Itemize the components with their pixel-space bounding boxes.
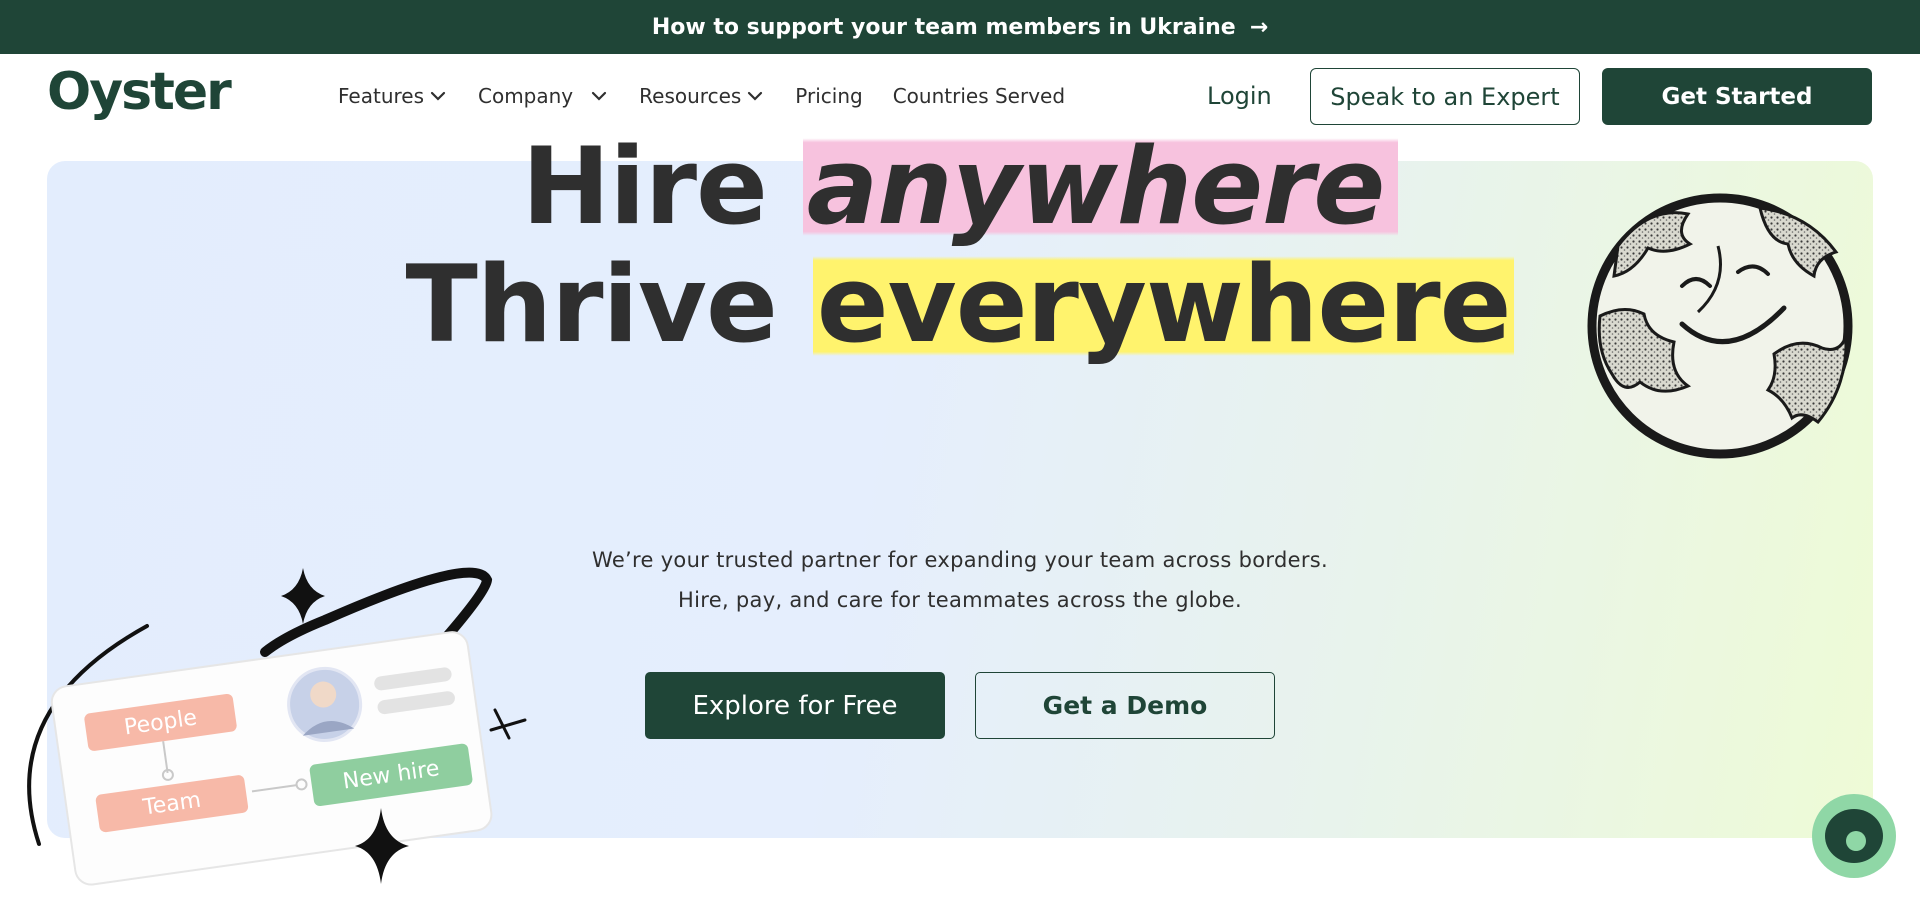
chat-widget-button[interactable] bbox=[1812, 794, 1896, 878]
chat-icon bbox=[1825, 809, 1883, 863]
banner-text: How to support your team members in Ukra… bbox=[651, 14, 1236, 40]
get-started-button[interactable]: Get Started bbox=[1602, 68, 1872, 125]
chevron-down-icon bbox=[748, 91, 763, 101]
headline-plain: Thrive bbox=[405, 243, 813, 366]
nav-menu: Features Company Resources Pricing Count… bbox=[338, 84, 1065, 108]
explore-for-free-button[interactable]: Explore for Free bbox=[645, 672, 945, 739]
chevron-down-icon bbox=[592, 91, 607, 101]
sparkle-icon bbox=[281, 568, 325, 624]
headline-accent-everywhere: everywhere bbox=[812, 252, 1515, 358]
announcement-banner[interactable]: How to support your team members in Ukra… bbox=[0, 0, 1920, 54]
nav-item-company[interactable]: Company bbox=[478, 84, 607, 108]
nav-item-features[interactable]: Features bbox=[338, 84, 446, 108]
nav-item-resources[interactable]: Resources bbox=[639, 84, 763, 108]
login-link[interactable]: Login bbox=[1207, 82, 1272, 110]
logo[interactable]: Oyster bbox=[47, 66, 232, 118]
globe-smiley-icon bbox=[1587, 193, 1853, 459]
headline-plain: Hire bbox=[521, 125, 803, 248]
speak-to-expert-button[interactable]: Speak to an Expert bbox=[1310, 68, 1580, 125]
nav-item-pricing[interactable]: Pricing bbox=[795, 84, 862, 108]
nav-item-label: Company bbox=[478, 84, 574, 108]
nav-item-label: Countries Served bbox=[892, 84, 1066, 108]
chevron-down-icon bbox=[430, 91, 446, 101]
nav-item-label: Pricing bbox=[795, 84, 863, 108]
arrow-right-icon: → bbox=[1249, 14, 1269, 40]
headline-accent-anywhere: anywhere bbox=[802, 134, 1399, 240]
nav-item-label: Resources bbox=[639, 84, 742, 108]
nav-item-countries-served[interactable]: Countries Served bbox=[893, 84, 1065, 108]
nav-item-label: Features bbox=[338, 84, 424, 108]
hiring-card-illustration: People Team New hire bbox=[27, 567, 527, 886]
get-a-demo-button[interactable]: Get a Demo bbox=[975, 672, 1275, 739]
sparkle-icon bbox=[489, 708, 527, 740]
